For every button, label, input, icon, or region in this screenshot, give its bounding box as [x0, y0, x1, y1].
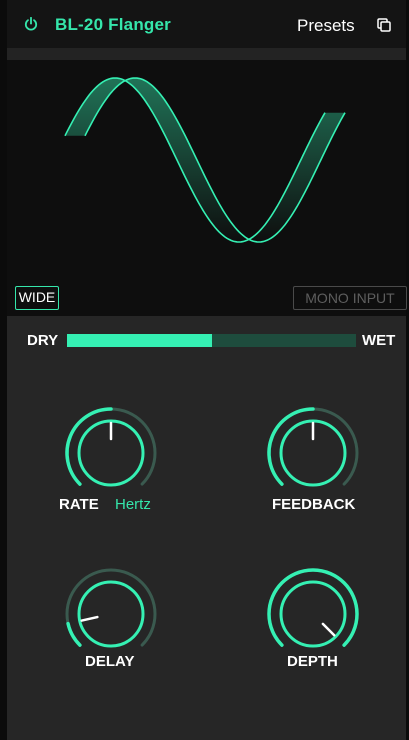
mono-input-button[interactable]: MONO INPUT: [293, 286, 407, 310]
delay-knob[interactable]: [61, 564, 161, 664]
depth-knob[interactable]: [263, 564, 363, 664]
rate-knob[interactable]: [61, 403, 161, 503]
waveform-display: WIDE MONO INPUT: [7, 60, 407, 316]
wet-label: WET: [362, 332, 396, 349]
rate-label: RATE: [59, 496, 99, 513]
presets-button[interactable]: Presets: [297, 16, 355, 36]
wide-toggle-button[interactable]: WIDE: [15, 286, 59, 310]
waveform-graph: [64, 77, 346, 243]
dry-wet-slider-fill: [67, 334, 212, 347]
header-divider: [7, 48, 406, 60]
knob-body: [77, 580, 145, 648]
dry-wet-slider[interactable]: [67, 334, 356, 347]
controls-panel: DRY WET RATE Hertz FEEDBACK DELAY DEPTH: [7, 316, 406, 740]
rate-unit-label: Hertz: [115, 496, 151, 513]
waveform-fill: [65, 78, 345, 242]
feedback-label: FEEDBACK: [272, 496, 356, 513]
flanger-plugin: BL-20 Flanger Presets WIDE MONO INPUT DR…: [0, 0, 409, 740]
knob-body: [279, 580, 347, 648]
power-icon[interactable]: [24, 17, 38, 31]
copy-icon[interactable]: [377, 18, 391, 32]
plugin-title: BL-20 Flanger: [55, 15, 171, 34]
knob-value-arc: [66, 621, 82, 647]
delay-label: DELAY: [85, 653, 135, 670]
dry-label: DRY: [27, 332, 59, 349]
feedback-knob[interactable]: [263, 403, 363, 503]
header-bar: BL-20 Flanger Presets: [7, 0, 406, 48]
depth-label: DEPTH: [287, 653, 338, 670]
